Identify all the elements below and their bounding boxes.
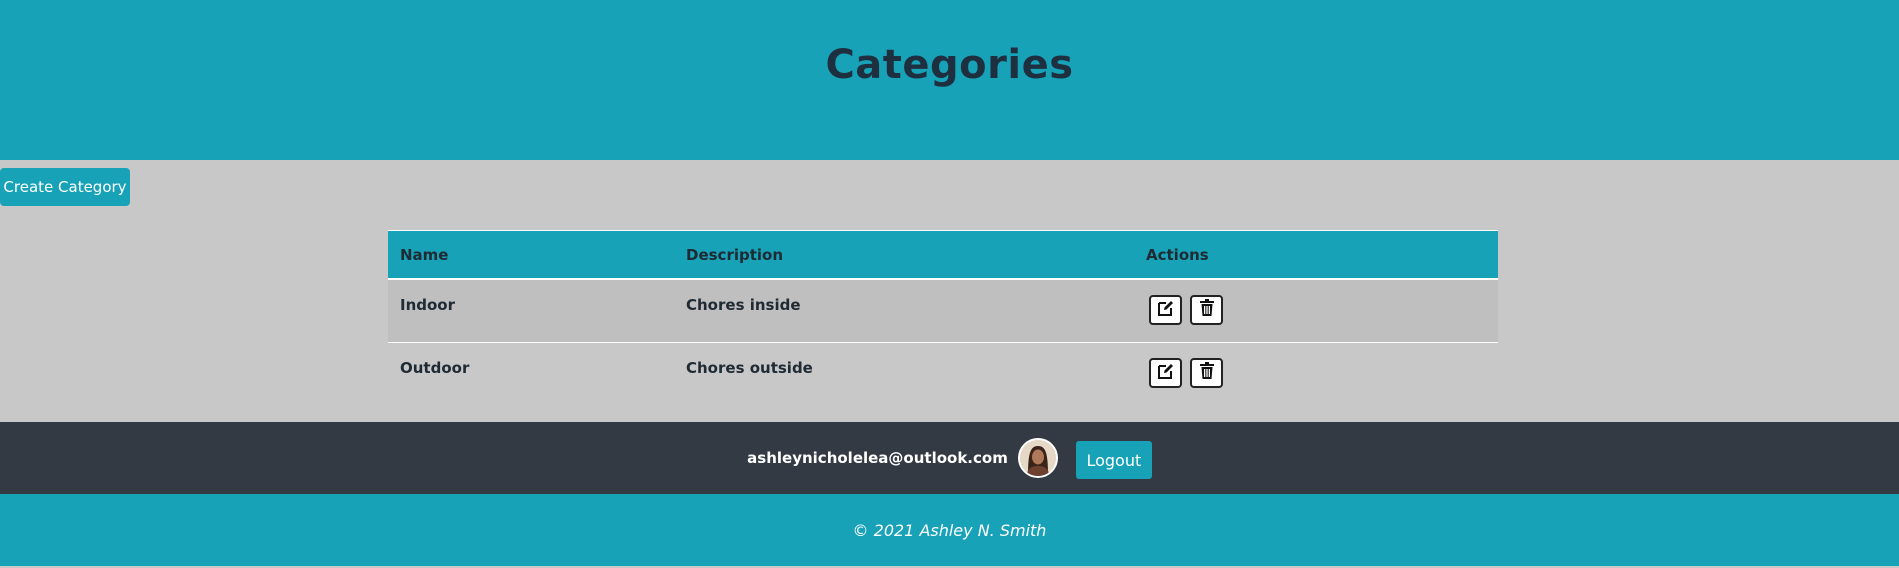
edit-button[interactable]: [1149, 295, 1182, 325]
create-category-button[interactable]: Create Category: [0, 168, 130, 206]
row-actions: [1146, 280, 1498, 325]
copyright-text: © 2021 Ashley N. Smith: [852, 520, 1047, 540]
row-actions: [1146, 343, 1498, 388]
category-description: Chores inside: [686, 296, 801, 314]
trash-icon: [1199, 362, 1215, 384]
edit-button[interactable]: [1149, 358, 1182, 388]
trash-icon: [1199, 299, 1215, 321]
table-header: Name Description Actions: [388, 230, 1498, 280]
delete-button[interactable]: [1190, 295, 1223, 325]
page-footer: © 2021 Ashley N. Smith: [0, 494, 1899, 566]
category-name: Outdoor: [400, 359, 470, 377]
logout-button[interactable]: Logout: [1075, 441, 1152, 479]
avatar: [1017, 438, 1058, 478]
edit-icon: [1157, 299, 1175, 321]
edit-icon: [1157, 362, 1175, 384]
column-header-actions: Actions: [1146, 245, 1209, 264]
category-name: Indoor: [400, 296, 456, 314]
categories-table: Name Description Actions Indoor Chores i…: [388, 230, 1498, 406]
column-header-name: Name: [400, 245, 449, 264]
column-header-description: Description: [686, 245, 784, 264]
page-header: Categories: [0, 0, 1899, 160]
user-email: ashleynicholelea@outlook.com: [747, 449, 1008, 467]
user-bar: ashleynicholelea@outlook.com Logout: [0, 422, 1899, 494]
delete-button[interactable]: [1190, 358, 1223, 388]
page-title: Categories: [825, 42, 1074, 88]
table-row: Outdoor Chores outside: [388, 343, 1498, 406]
category-description: Chores outside: [686, 359, 813, 377]
table-row: Indoor Chores inside: [388, 280, 1498, 343]
